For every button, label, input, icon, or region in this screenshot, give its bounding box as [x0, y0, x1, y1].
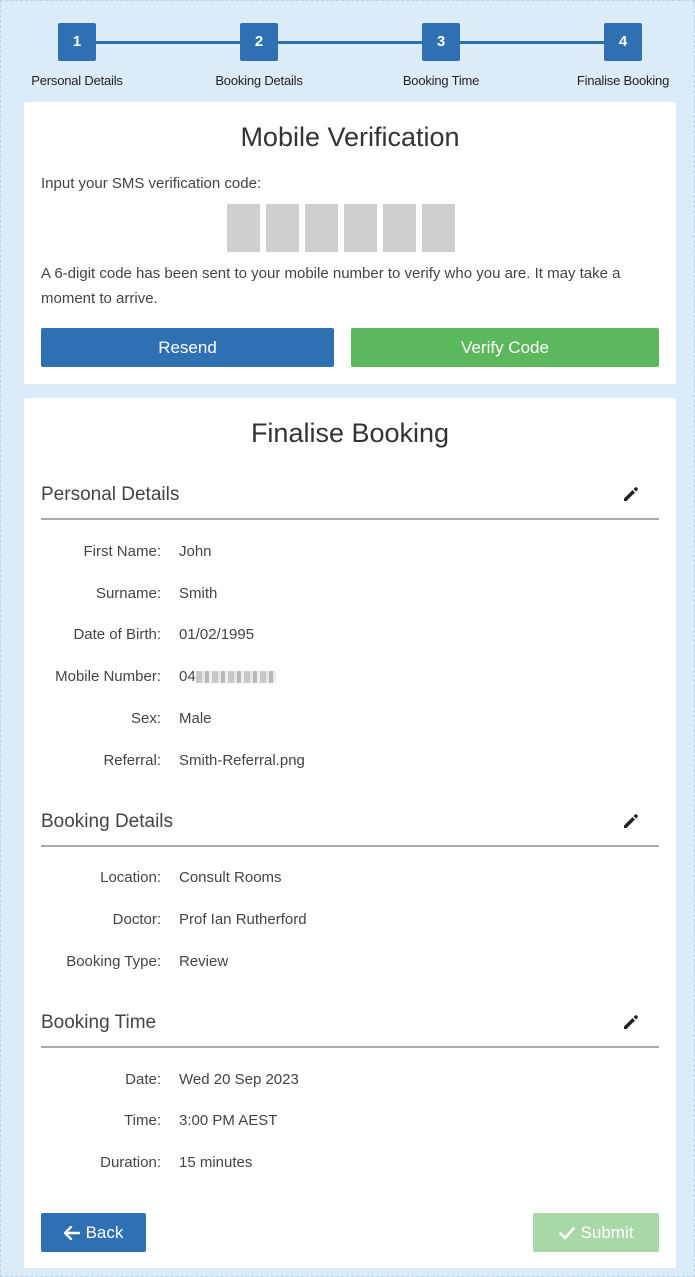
stepper-line	[77, 41, 623, 44]
detail-label: Date:	[125, 1071, 161, 1088]
detail-label: Date of Birth:	[73, 626, 161, 643]
code-digit-input[interactable]	[383, 204, 416, 252]
check-icon	[558, 1227, 575, 1240]
detail-row-duration: Duration: 15 minutes	[24, 1154, 676, 1176]
detail-row-location: Location: Consult Rooms	[24, 869, 676, 891]
detail-row-date: Date: Wed 20 Sep 2023	[24, 1071, 676, 1093]
detail-row-booking-type: Booking Type: Review	[24, 953, 676, 975]
detail-value: Smith	[179, 585, 218, 602]
step-booking-details[interactable]: 2 Booking Details	[189, 23, 329, 88]
detail-row-first-name: First Name: John	[24, 543, 676, 565]
detail-row-surname: Surname: Smith	[24, 585, 676, 607]
detail-label: Duration:	[100, 1154, 161, 1171]
code-digit-input[interactable]	[227, 204, 260, 252]
mobile-prefix: 04	[179, 668, 196, 685]
detail-value: 01/02/1995	[179, 626, 255, 643]
back-button[interactable]: Back	[41, 1213, 146, 1252]
mobile-verification-card: Mobile Verification Input your SMS verif…	[24, 102, 676, 384]
detail-value: 3:00 PM AEST	[179, 1112, 278, 1129]
detail-label: Referral:	[103, 752, 161, 769]
submit-button-label: Submit	[580, 1223, 634, 1242]
detail-row-date-of-birth: Date of Birth: 01/02/1995	[24, 626, 676, 648]
submit-button[interactable]: Submit	[533, 1213, 659, 1252]
code-digit-input[interactable]	[422, 204, 455, 252]
step-number: 4	[604, 23, 642, 61]
code-digit-input[interactable]	[266, 204, 299, 252]
finalise-booking-card: Finalise Booking Personal Details First …	[24, 398, 676, 1268]
finalise-title: Finalise Booking	[250, 418, 450, 448]
pencil-icon[interactable]	[621, 1012, 641, 1032]
step-number: 3	[422, 23, 460, 61]
verify-code-button[interactable]: Verify Code	[351, 328, 659, 367]
booking-time-header: Booking Time	[41, 1006, 659, 1048]
step-number: 2	[240, 23, 278, 61]
section-title: Personal Details	[41, 484, 180, 505]
back-button-label: Back	[85, 1223, 124, 1242]
progress-stepper: 1 Personal Details 2 Booking Details 3 B…	[1, 1, 695, 96]
verification-prompt: Input your SMS verification code:	[41, 175, 262, 192]
detail-row-doctor: Doctor: Prof Ian Rutherford	[24, 911, 676, 933]
step-number: 1	[58, 23, 96, 61]
detail-row-time: Time: 3:00 PM AEST	[24, 1112, 676, 1134]
detail-label: Booking Type:	[66, 953, 161, 970]
detail-value: 15 minutes	[179, 1154, 253, 1171]
detail-value: Smith-Referral.png	[179, 752, 305, 769]
step-label: Personal Details	[31, 73, 123, 88]
detail-value: Prof Ian Rutherford	[179, 911, 307, 928]
detail-label: Time:	[124, 1112, 161, 1129]
code-digit-input[interactable]	[305, 204, 338, 252]
resend-button[interactable]: Resend	[41, 328, 334, 367]
detail-row-referral: Referral: Smith-Referral.png	[24, 752, 676, 774]
verification-code-inputs	[227, 204, 455, 252]
detail-value: Review	[179, 953, 229, 970]
detail-row-mobile-number: Mobile Number: 04	[24, 668, 676, 690]
step-label: Finalise Booking	[576, 73, 670, 88]
section-title: Booking Time	[41, 1012, 157, 1033]
verification-note: A 6-digit code has been sent to your mob…	[41, 265, 621, 307]
step-finalise-booking[interactable]: 4 Finalise Booking	[553, 23, 693, 88]
redacted-mobile	[195, 671, 276, 684]
step-label: Booking Time	[402, 73, 480, 88]
detail-label: Sex:	[130, 710, 161, 727]
detail-value: Male	[179, 710, 212, 727]
step-personal-details[interactable]: 1 Personal Details	[7, 23, 147, 88]
detail-value: John	[179, 543, 212, 560]
code-digit-input[interactable]	[344, 204, 377, 252]
arrow-left-icon	[63, 1225, 80, 1241]
verification-title: Mobile Verification	[240, 122, 460, 152]
detail-label: Mobile Number:	[55, 668, 161, 685]
section-title: Booking Details	[41, 811, 174, 832]
pencil-icon[interactable]	[621, 484, 641, 504]
detail-value: 04	[179, 668, 276, 685]
detail-label: Location:	[100, 869, 161, 886]
detail-label: First Name:	[83, 543, 161, 560]
detail-value: Consult Rooms	[179, 869, 282, 886]
personal-details-header: Personal Details	[41, 478, 659, 520]
detail-label: Doctor:	[112, 911, 161, 928]
detail-value: Wed 20 Sep 2023	[179, 1071, 299, 1088]
detail-label: Surname:	[95, 585, 161, 602]
pencil-icon[interactable]	[621, 811, 641, 831]
step-booking-time[interactable]: 3 Booking Time	[371, 23, 511, 88]
booking-details-header: Booking Details	[41, 805, 659, 847]
step-label: Booking Details	[215, 73, 303, 88]
detail-row-sex: Sex: Male	[24, 710, 676, 732]
